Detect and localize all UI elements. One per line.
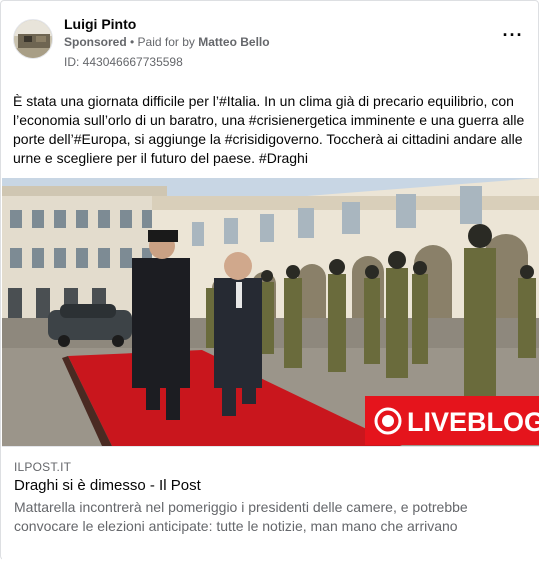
author-name[interactable]: Luigi Pinto	[64, 16, 136, 32]
post-header: Luigi Pinto Sponsored • Paid for by Matt…	[13, 13, 528, 69]
link-domain: ILPOST.IT	[14, 460, 72, 474]
paid-for-prefix: Paid for by	[137, 35, 199, 49]
sponsored-post-card: Luigi Pinto Sponsored • Paid for by Matt…	[0, 0, 539, 560]
sponsored-label: Sponsored	[64, 35, 127, 49]
sponsor-line: Sponsored • Paid for by Matteo Bello	[64, 35, 270, 49]
post-text: È stata una giornata difficile per l’#It…	[13, 93, 525, 166]
meta-separator: •	[126, 35, 138, 49]
ad-id: ID: 443046667735598	[64, 55, 183, 69]
link-title[interactable]: Draghi si è dimesso - Il Post	[14, 477, 201, 494]
payer-name[interactable]: Matteo Bello	[198, 35, 269, 49]
link-description: Mattarella incontrerà nel pomeriggio i p…	[14, 499, 468, 534]
liveblog-badge: LIVEBLOG	[365, 396, 539, 445]
post-image[interactable]: LIVEBLOG	[2, 178, 539, 446]
liveblog-label: LIVEBLOG	[407, 407, 539, 437]
author-avatar[interactable]	[13, 19, 53, 59]
avatar-photo	[14, 20, 52, 58]
more-options-icon[interactable]: ···	[501, 26, 525, 47]
link-preview[interactable]: ILPOST.IT Draghi si è dimesso - Il Post …	[2, 446, 539, 560]
record-icon	[374, 407, 402, 435]
